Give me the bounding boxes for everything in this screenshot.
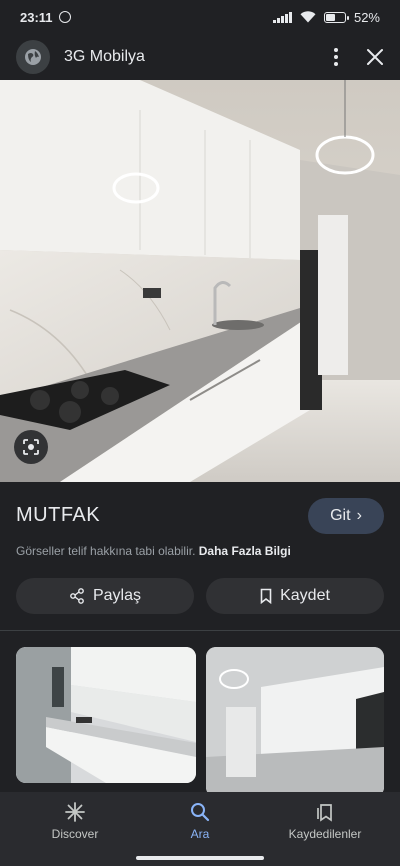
related-images [0,631,400,797]
nav-saved[interactable]: Kaydedilenler [270,802,380,841]
kitchen-photo [0,80,400,482]
nav-discover[interactable]: Discover [20,802,130,841]
visit-label: Git [330,507,351,524]
source-header: 3G Mobilya [0,34,400,80]
globe-icon[interactable] [16,40,50,74]
asterisk-icon [65,802,85,822]
more-options-icon[interactable] [328,44,344,70]
close-icon[interactable] [366,48,384,66]
nav-saved-label: Kaydedilenler [288,827,362,841]
battery-icon [323,11,349,23]
copyright-notice: Görseller telif hakkına tabi olabilir. D… [16,544,291,558]
share-button[interactable]: Paylaş [16,578,194,614]
share-label: Paylaş [92,587,142,604]
result-title: MUTFAK [16,504,101,526]
alarm-icon [58,11,71,23]
result-info-panel: MUTFAK Git › Görseller telif hakkına tab… [0,482,400,631]
bookmark-icon [260,588,272,604]
related-image-2[interactable] [206,647,384,797]
visit-button[interactable]: Git › [308,498,384,534]
nav-search[interactable]: Ara [145,802,255,841]
main-image[interactable] [0,80,400,482]
status-time: 23:11 [20,9,53,25]
share-icon [70,588,84,604]
save-label: Kaydet [280,587,330,604]
nav-search-label: Ara [190,827,210,841]
nav-discover-label: Discover [51,827,99,841]
learn-more-link[interactable]: Daha Fazla Bilgi [199,544,291,558]
related-image-1[interactable] [16,647,196,783]
site-name[interactable]: 3G Mobilya [64,48,145,66]
bottom-navigation: Discover Ara Kaydedilenler [0,792,400,866]
wifi-icon [300,11,316,23]
lens-icon[interactable] [14,430,48,464]
save-button[interactable]: Kaydet [206,578,384,614]
copyright-text: Görseller telif hakkına tabi olabilir. [16,544,196,558]
home-indicator[interactable] [136,856,264,860]
battery-percent: 52% [353,9,380,25]
cellular-signal-icon [273,11,292,23]
search-icon [191,803,210,822]
chevron-right-icon: › [356,507,362,524]
status-bar: 23:11 52% [0,0,400,34]
saved-collections-icon [317,804,332,822]
